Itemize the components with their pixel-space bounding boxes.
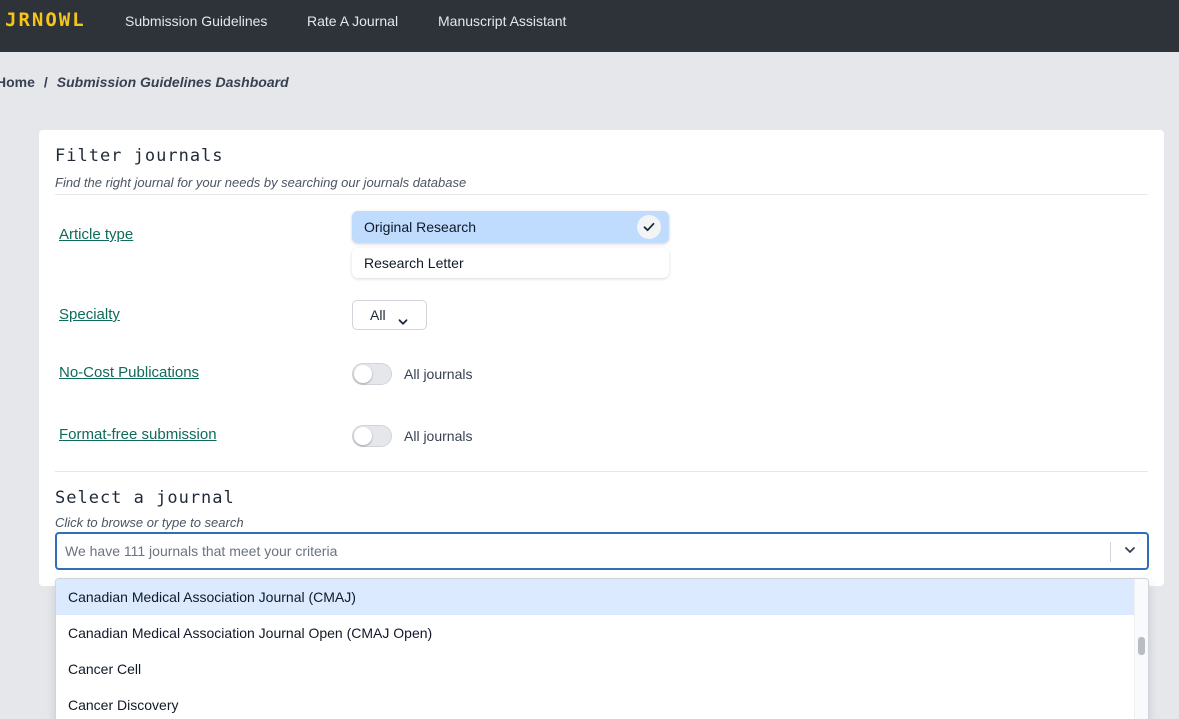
article-type-option-original-research[interactable]: Original Research <box>352 211 669 243</box>
journal-option[interactable]: Canadian Medical Association Journal (CM… <box>56 579 1134 615</box>
no-cost-publications-label[interactable]: No-Cost Publications <box>59 364 199 381</box>
breadcrumb: Home / Submission Guidelines Dashboard <box>0 74 289 90</box>
journal-dropdown-menu: Canadian Medical Association Journal (CM… <box>55 578 1149 719</box>
filter-card: Filter journals Find the right journal f… <box>39 130 1164 586</box>
specialty-select[interactable]: All <box>352 300 427 330</box>
specialty-value: All <box>370 307 386 323</box>
journal-option[interactable]: Cancer Cell <box>56 651 1134 687</box>
nav-link-submission-guidelines[interactable]: Submission Guidelines <box>125 13 267 29</box>
breadcrumb-current: Submission Guidelines Dashboard <box>56 74 289 90</box>
format-free-toggle[interactable] <box>352 425 392 447</box>
journal-search-input[interactable] <box>65 541 1095 561</box>
scrollbar-thumb[interactable] <box>1138 637 1145 655</box>
indicator-separator <box>1110 542 1111 562</box>
top-navbar: JRNOWL Submission Guidelines Rate A Jour… <box>0 0 1179 52</box>
breadcrumb-home[interactable]: Home <box>0 74 35 90</box>
no-cost-status: All journals <box>404 366 473 382</box>
nav-link-rate-a-journal[interactable]: Rate A Journal <box>307 13 398 29</box>
filter-title: Filter journals <box>55 146 224 166</box>
dropdown-toggle-button[interactable] <box>1119 541 1141 563</box>
option-label: Original Research <box>364 219 477 235</box>
filter-divider <box>55 194 1148 195</box>
select-journal-subtitle: Click to browse or type to search <box>55 515 244 530</box>
no-cost-toggle[interactable] <box>352 363 392 385</box>
chevron-down-icon <box>397 309 409 337</box>
specialty-label[interactable]: Specialty <box>59 306 120 323</box>
article-type-label[interactable]: Article type <box>59 226 133 243</box>
article-type-option-research-letter[interactable]: Research Letter <box>352 248 669 278</box>
brand-logo[interactable]: JRNOWL <box>5 9 86 31</box>
format-free-submission-label[interactable]: Format-free submission <box>59 426 217 443</box>
option-label: Research Letter <box>364 255 464 271</box>
chevron-down-icon <box>1123 543 1137 562</box>
journal-option[interactable]: Cancer Discovery <box>56 687 1134 719</box>
toggle-knob <box>354 365 372 383</box>
breadcrumb-separator: / <box>43 74 48 90</box>
select-journal-title: Select a journal <box>55 488 235 508</box>
journal-search-combobox[interactable] <box>55 532 1149 570</box>
nav-link-manuscript-assistant[interactable]: Manuscript Assistant <box>438 13 566 29</box>
journal-option[interactable]: Canadian Medical Association Journal Ope… <box>56 615 1134 651</box>
format-free-status: All journals <box>404 428 473 444</box>
menu-scrollbar[interactable] <box>1134 579 1148 719</box>
filter-subtitle: Find the right journal for your needs by… <box>55 175 467 190</box>
toggle-knob <box>354 427 372 445</box>
checkmark-icon <box>637 215 661 239</box>
section-divider <box>55 471 1148 472</box>
